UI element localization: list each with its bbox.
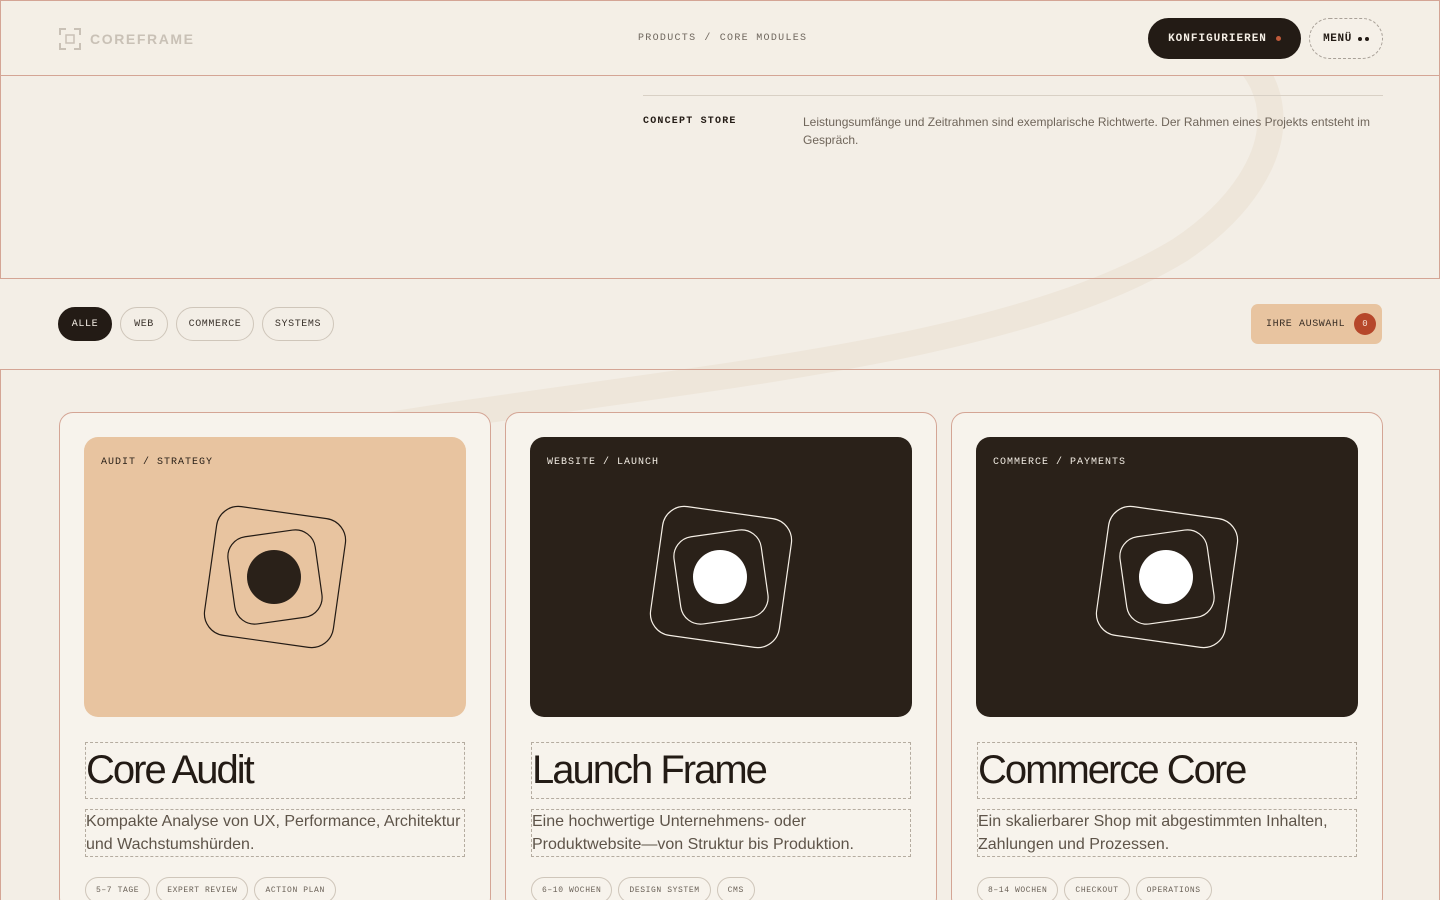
card-visual: COMMERCE / PAYMENTS bbox=[976, 437, 1358, 717]
pill-feature: EXPERT REVIEW bbox=[156, 877, 249, 900]
pill-duration: 5–7 TAGE bbox=[85, 877, 151, 900]
intro-label: CONCEPT STORE bbox=[643, 116, 737, 127]
card-description: Eine hochwertige Unternehmens- oder Prod… bbox=[531, 809, 911, 857]
card-title: Core Audit bbox=[85, 742, 465, 799]
filter-chip-systems[interactable]: SYSTEMS bbox=[262, 307, 334, 341]
pill-feature: ACTION PLAN bbox=[254, 877, 336, 900]
pill-duration: 6–10 WOCHEN bbox=[531, 877, 613, 900]
selection-count-badge: 0 bbox=[1354, 313, 1377, 335]
card-visual: WEBSITE / LAUNCH bbox=[530, 437, 912, 717]
configure-label: KONFIGURIEREN bbox=[1168, 32, 1267, 45]
dot-icon bbox=[1275, 36, 1281, 41]
card-title: Launch Frame bbox=[531, 742, 911, 799]
module-art-icon bbox=[649, 505, 793, 649]
card-tag: WEBSITE / LAUNCH bbox=[547, 457, 660, 468]
card-pills: 6–10 WOCHEN DESIGN SYSTEM CMS bbox=[531, 877, 755, 900]
intro-section: CONCEPT STORE Leistungsumfänge und Zeitr… bbox=[0, 75, 1440, 279]
breadcrumb-products[interactable]: PRODUCTS bbox=[638, 33, 696, 44]
card-tag: COMMERCE / PAYMENTS bbox=[993, 457, 1127, 468]
pill-feature: DESIGN SYSTEM bbox=[618, 877, 711, 900]
filter-bar: ALLE WEB COMMERCE SYSTEMS IHRE AUSWAHL 0 bbox=[0, 278, 1440, 370]
module-art-icon bbox=[1095, 505, 1239, 649]
menu-label: MENÜ bbox=[1323, 32, 1352, 45]
pill-feature: CHECKOUT bbox=[1064, 877, 1130, 900]
card-description: Ein skalierbarer Shop mit abgestimmten I… bbox=[977, 809, 1357, 857]
breadcrumb-separator: / bbox=[704, 33, 712, 44]
product-card-core-audit[interactable]: AUDIT / STRATEGY Core Audit Kompakte Ana… bbox=[59, 412, 491, 900]
pill-feature: CMS bbox=[716, 877, 755, 900]
pill-feature: OPERATIONS bbox=[1135, 877, 1212, 900]
intro-text: Leistungsumfänge und Zeitrahmen sind exe… bbox=[803, 115, 1370, 147]
menu-button[interactable]: MENÜ bbox=[1309, 18, 1383, 59]
pill-duration: 8–14 WOCHEN bbox=[977, 877, 1059, 900]
menu-dots-icon bbox=[1357, 36, 1369, 41]
card-pills: 8–14 WOCHEN CHECKOUT OPERATIONS bbox=[977, 877, 1212, 900]
card-description: Kompakte Analyse von UX, Performance, Ar… bbox=[85, 809, 465, 857]
card-title: Commerce Core bbox=[977, 742, 1357, 799]
selection-label: IHRE AUSWAHL bbox=[1266, 318, 1346, 330]
logo-frame-icon bbox=[59, 28, 81, 50]
breadcrumb-core-modules: CORE MODULES bbox=[719, 33, 808, 44]
breadcrumb: PRODUCTS / CORE MODULES bbox=[638, 33, 807, 44]
card-tag: AUDIT / STRATEGY bbox=[101, 457, 214, 468]
filter-chip-web[interactable]: WEB bbox=[120, 307, 168, 341]
card-visual: AUDIT / STRATEGY bbox=[84, 437, 466, 717]
product-card-commerce-core[interactable]: COMMERCE / PAYMENTS Commerce Core Ein sk… bbox=[951, 412, 1383, 900]
selection-button[interactable]: IHRE AUSWAHL 0 bbox=[1251, 304, 1382, 344]
top-header: COREFRAME PRODUCTS / CORE MODULES KONFIG… bbox=[0, 0, 1440, 76]
configure-button[interactable]: KONFIGURIEREN bbox=[1148, 18, 1301, 59]
filter-chip-alle[interactable]: ALLE bbox=[58, 307, 112, 341]
card-pills: 5–7 TAGE EXPERT REVIEW ACTION PLAN bbox=[85, 877, 336, 900]
product-card-launch-frame[interactable]: WEBSITE / LAUNCH Launch Frame Eine hochw… bbox=[505, 412, 937, 900]
filter-chip-commerce[interactable]: COMMERCE bbox=[176, 307, 254, 341]
module-art-icon bbox=[203, 505, 347, 649]
intro-divider bbox=[643, 95, 1383, 96]
brand-logo[interactable]: COREFRAME bbox=[59, 28, 195, 50]
brand-name: COREFRAME bbox=[90, 31, 195, 47]
product-grid: AUDIT / STRATEGY Core Audit Kompakte Ana… bbox=[0, 369, 1440, 900]
